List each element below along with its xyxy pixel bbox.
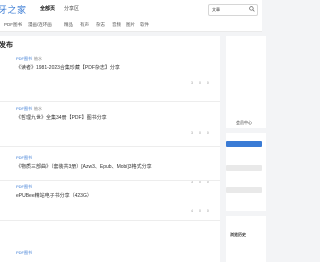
- top-navbar: 牙之家 全部页 分享区 文章: [0, 0, 262, 20]
- category-software[interactable]: 软件: [140, 22, 149, 28]
- divider: [0, 101, 220, 102]
- member-center-link[interactable]: 会员中心: [236, 120, 252, 126]
- post-stats: 3 0 0: [185, 131, 209, 135]
- search-scope-select[interactable]: 文章: [212, 7, 220, 13]
- nav-link-all[interactable]: 全部页: [40, 5, 55, 12]
- divider: [0, 180, 220, 181]
- topic-placeholder-bar: [226, 165, 262, 171]
- like-count: 0: [198, 131, 201, 135]
- featured-topic-bar[interactable]: [226, 141, 262, 147]
- post-stats: 3 0 0: [185, 81, 209, 85]
- post-title[interactable]: ePUBee精站电子书分享（423G）: [16, 192, 92, 199]
- post-category[interactable]: PDF图书: [16, 184, 32, 189]
- post-category[interactable]: PDF图书: [16, 56, 32, 61]
- category-comics[interactable]: 漫画/连环画: [28, 22, 52, 28]
- category-premium[interactable]: 精品: [64, 22, 73, 28]
- post-category[interactable]: PDF图书: [16, 106, 32, 111]
- category-nav: PDF图书 漫画/连环画 精品 有声 杂志 音频 图片 软件: [0, 19, 262, 32]
- like-count: 0: [198, 81, 201, 85]
- category-music[interactable]: 音频: [112, 22, 121, 28]
- post-category[interactable]: PDF图书: [16, 155, 32, 160]
- section-title: 发布: [0, 42, 13, 49]
- search-icon[interactable]: [249, 6, 255, 12]
- nav-link-share[interactable]: 分享区: [64, 5, 79, 12]
- comment-count: 0: [206, 209, 209, 213]
- topic-placeholder-bar: [226, 187, 262, 193]
- topic-card: [226, 133, 266, 211]
- history-card: 浏览历史: [226, 216, 266, 262]
- comment-count: 0: [206, 81, 209, 85]
- view-count: 4: [191, 209, 193, 213]
- category-audio[interactable]: 有声: [80, 22, 89, 28]
- search-input[interactable]: [223, 6, 249, 13]
- site-logo[interactable]: 牙之家: [0, 3, 27, 16]
- post-stats: 4 0 0: [185, 209, 209, 213]
- view-count: 3: [191, 81, 193, 85]
- post-title[interactable]: 《物质三部曲》（套装共3册）[Azw3、Epub、Mobi]3格式分享: [16, 163, 152, 170]
- post-title[interactable]: 《读者》1981-2023合集珍藏【PDF杂志】分享: [16, 64, 120, 71]
- category-pdf-books[interactable]: PDF图书: [4, 22, 22, 28]
- post-author[interactable]: 柚水: [34, 106, 42, 111]
- post-author[interactable]: 柚水: [34, 56, 42, 61]
- history-title: 浏览历史: [230, 232, 246, 237]
- post-list: 发布 PDF图书 柚水 《读者》1981-2023合集珍藏【PDF杂志】分享 30…: [0, 36, 220, 262]
- member-card: 会员中心: [226, 36, 266, 128]
- post-title[interactable]: 《哲理九世》全集34册【PDF】图书分享: [16, 114, 107, 121]
- search-box: 文章: [208, 4, 258, 16]
- divider: [0, 220, 220, 221]
- post-category[interactable]: PDF图书: [16, 250, 32, 255]
- like-count: 0: [198, 209, 201, 213]
- view-count: 3: [191, 131, 193, 135]
- comment-count: 0: [206, 131, 209, 135]
- category-magazine[interactable]: 杂志: [96, 22, 105, 28]
- category-images[interactable]: 图片: [126, 22, 135, 28]
- divider: [0, 146, 220, 147]
